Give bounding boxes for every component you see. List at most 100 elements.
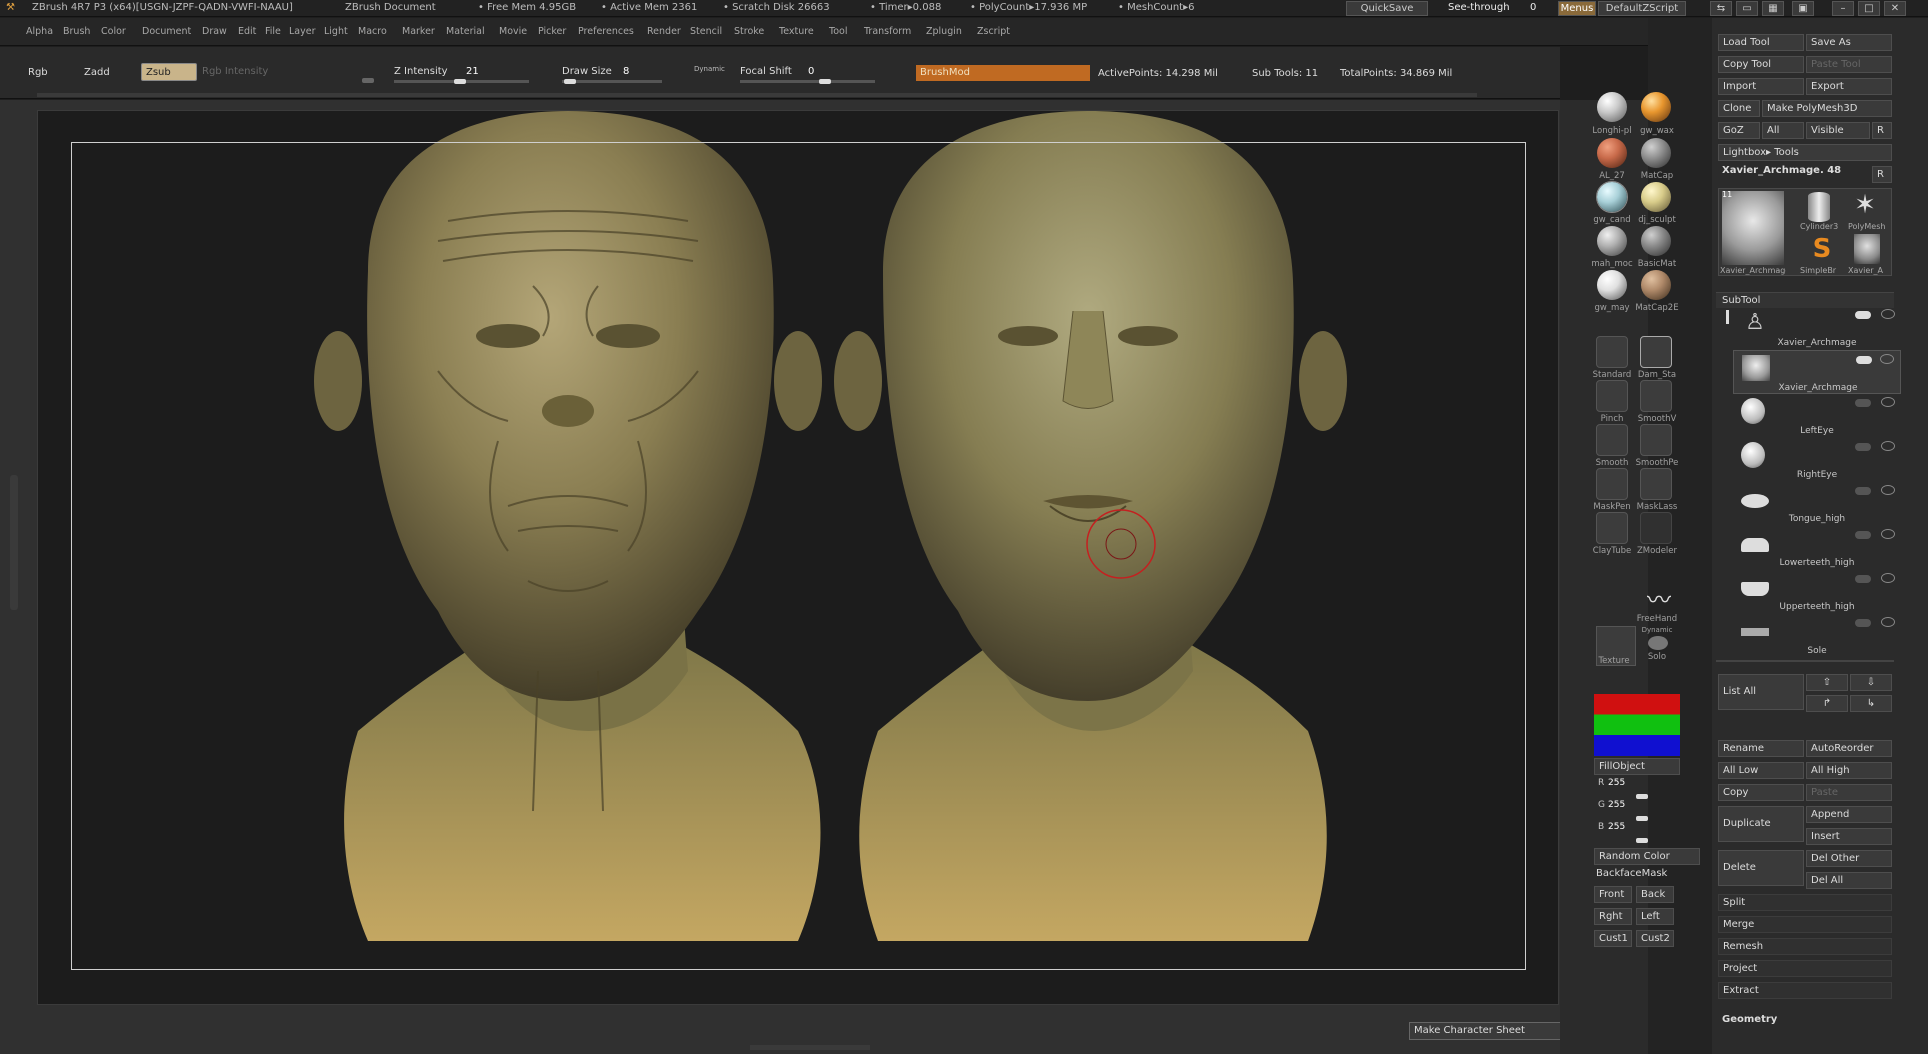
color-picker[interactable]	[1594, 694, 1680, 756]
z-intensity-value[interactable]: 21	[466, 63, 479, 81]
b-value[interactable]: 255	[1608, 822, 1625, 832]
subtool-item[interactable]: ♙ Xavier_Archmage	[1733, 306, 1901, 350]
brush-icon[interactable]	[1880, 354, 1894, 364]
goz-visible-button[interactable]: Visible	[1806, 122, 1870, 139]
project-section[interactable]: Project	[1718, 960, 1892, 977]
cust2-view-button[interactable]: Cust2	[1636, 930, 1674, 947]
smooth-valleys-brush-icon[interactable]	[1640, 380, 1672, 412]
random-color-button[interactable]: Random Color	[1594, 848, 1700, 865]
menu-alpha[interactable]: Alpha	[26, 26, 53, 37]
lightbox-tools-button[interactable]: Lightbox▸ Tools	[1718, 144, 1892, 161]
del-other-button[interactable]: Del Other	[1806, 850, 1892, 867]
rgb-intensity-knob[interactable]	[362, 78, 374, 83]
menu-light[interactable]: Light	[324, 26, 348, 37]
subtool-item[interactable]: Lowerteeth_high	[1733, 526, 1901, 570]
split-section[interactable]: Split	[1718, 894, 1892, 911]
merge-section[interactable]: Merge	[1718, 916, 1892, 933]
material-swatch[interactable]	[1641, 226, 1671, 256]
goz-all-button[interactable]: All	[1762, 122, 1804, 139]
move-down-icon[interactable]: ⇩	[1850, 674, 1892, 691]
material-swatch[interactable]	[1641, 182, 1671, 212]
solo-icon[interactable]	[1648, 636, 1668, 650]
menu-transform[interactable]: Transform	[864, 26, 911, 37]
visibility-toggle[interactable]	[1855, 619, 1871, 627]
restore-icon[interactable]: ▭	[1736, 1, 1758, 16]
g-knob[interactable]	[1636, 816, 1648, 821]
menu-brush[interactable]: Brush	[63, 26, 90, 37]
menu-marker[interactable]: Marker	[402, 26, 435, 37]
goz-button[interactable]: GoZ	[1718, 122, 1760, 139]
copy-button[interactable]: Copy	[1718, 784, 1804, 801]
subtool-scrollbar[interactable]	[1726, 310, 1729, 324]
material-swatch[interactable]	[1597, 226, 1627, 256]
duplicate-button[interactable]: Duplicate	[1718, 806, 1804, 842]
left-view-button[interactable]: Left	[1636, 908, 1674, 925]
layout-icon[interactable]: ⇆	[1710, 1, 1732, 16]
material-swatch[interactable]	[1597, 270, 1627, 300]
all-high-button[interactable]: All High	[1806, 762, 1892, 779]
smooth-brush-icon[interactable]	[1596, 424, 1628, 456]
subtool-item[interactable]: Sole	[1733, 614, 1901, 658]
menu-zplugin[interactable]: Zplugin	[926, 26, 962, 37]
eye-icon[interactable]	[1881, 397, 1895, 407]
left-tray-handle[interactable]	[10, 475, 18, 610]
subtool-item[interactable]: Tongue_high	[1733, 482, 1901, 526]
front-view-button[interactable]: Front	[1594, 886, 1632, 903]
draw-size-value[interactable]: 8	[623, 63, 629, 81]
rgb-intensity-slider[interactable]: Rgb Intensity	[202, 63, 268, 81]
cylinder3-thumb[interactable]	[1808, 192, 1830, 222]
visibility-toggle[interactable]	[1855, 575, 1871, 583]
material-swatch[interactable]	[1597, 92, 1627, 122]
material-swatch[interactable]	[1641, 92, 1671, 122]
menu-render[interactable]: Render	[647, 26, 681, 37]
menu-preferences[interactable]: Preferences	[578, 26, 634, 37]
default-zscript-button[interactable]: DefaultZScript	[1598, 1, 1686, 16]
zmodeler-brush-icon[interactable]	[1640, 512, 1672, 544]
visibility-toggle[interactable]	[1855, 443, 1871, 451]
z-intensity-knob[interactable]	[454, 79, 466, 84]
polymesh-star-icon[interactable]: ✶	[1848, 190, 1882, 220]
r-value[interactable]: 255	[1608, 778, 1625, 788]
standard-brush-icon[interactable]	[1596, 336, 1628, 368]
visibility-toggle[interactable]	[1855, 531, 1871, 539]
clone-button[interactable]: Clone	[1718, 100, 1760, 117]
menu-movie[interactable]: Movie	[499, 26, 527, 37]
list-all-button[interactable]: List All	[1718, 674, 1804, 710]
menu-material[interactable]: Material	[446, 26, 485, 37]
backface-mask-toggle[interactable]: BackfaceMask	[1596, 868, 1667, 879]
mask-lasso-brush-icon[interactable]	[1640, 468, 1672, 500]
all-low-button[interactable]: All Low	[1718, 762, 1804, 779]
menu-tool[interactable]: Tool	[829, 26, 847, 37]
clay-tubes-brush-icon[interactable]	[1596, 512, 1628, 544]
goz-r-button[interactable]: R	[1872, 122, 1892, 139]
material-swatch[interactable]	[1641, 138, 1671, 168]
freehand-stroke-icon[interactable]: 〰	[1642, 580, 1676, 614]
lock-icon[interactable]: ▣	[1792, 1, 1814, 16]
menu-edit[interactable]: Edit	[238, 26, 256, 37]
eye-icon[interactable]	[1881, 573, 1895, 583]
smooth-peaks-brush-icon[interactable]	[1640, 424, 1672, 456]
rename-button[interactable]: Rename	[1718, 740, 1804, 757]
eye-icon[interactable]	[1881, 617, 1895, 627]
b-knob[interactable]	[1636, 838, 1648, 843]
fill-object-button[interactable]: FillObject	[1594, 758, 1680, 775]
brushmod-slider[interactable]: BrushMod	[916, 65, 1090, 81]
bottom-tray-handle[interactable]	[750, 1045, 870, 1050]
visibility-toggle[interactable]	[1855, 399, 1871, 407]
subtool-item-selected[interactable]: Xavier_Archmage	[1733, 350, 1901, 394]
remesh-section[interactable]: Remesh	[1718, 938, 1892, 955]
dynamic-toggle[interactable]: Dynamic	[694, 60, 725, 78]
tool-r-button[interactable]: R	[1872, 166, 1892, 183]
r-knob[interactable]	[1636, 794, 1648, 799]
zadd-toggle[interactable]: Zadd	[84, 64, 110, 82]
subtool-item[interactable]: LeftEye	[1733, 394, 1901, 438]
menu-zscript[interactable]: Zscript	[977, 26, 1010, 37]
info-icon[interactable]: ▦	[1762, 1, 1784, 16]
cust1-view-button[interactable]: Cust1	[1594, 930, 1632, 947]
visibility-toggle[interactable]	[1855, 311, 1871, 319]
minimize-icon[interactable]: –	[1832, 1, 1854, 16]
g-value[interactable]: 255	[1608, 800, 1625, 810]
simplebrush-icon[interactable]: S	[1810, 234, 1834, 264]
move-up-rotate-icon[interactable]: ↱	[1806, 695, 1848, 712]
zsub-toggle[interactable]: Zsub	[141, 63, 197, 81]
